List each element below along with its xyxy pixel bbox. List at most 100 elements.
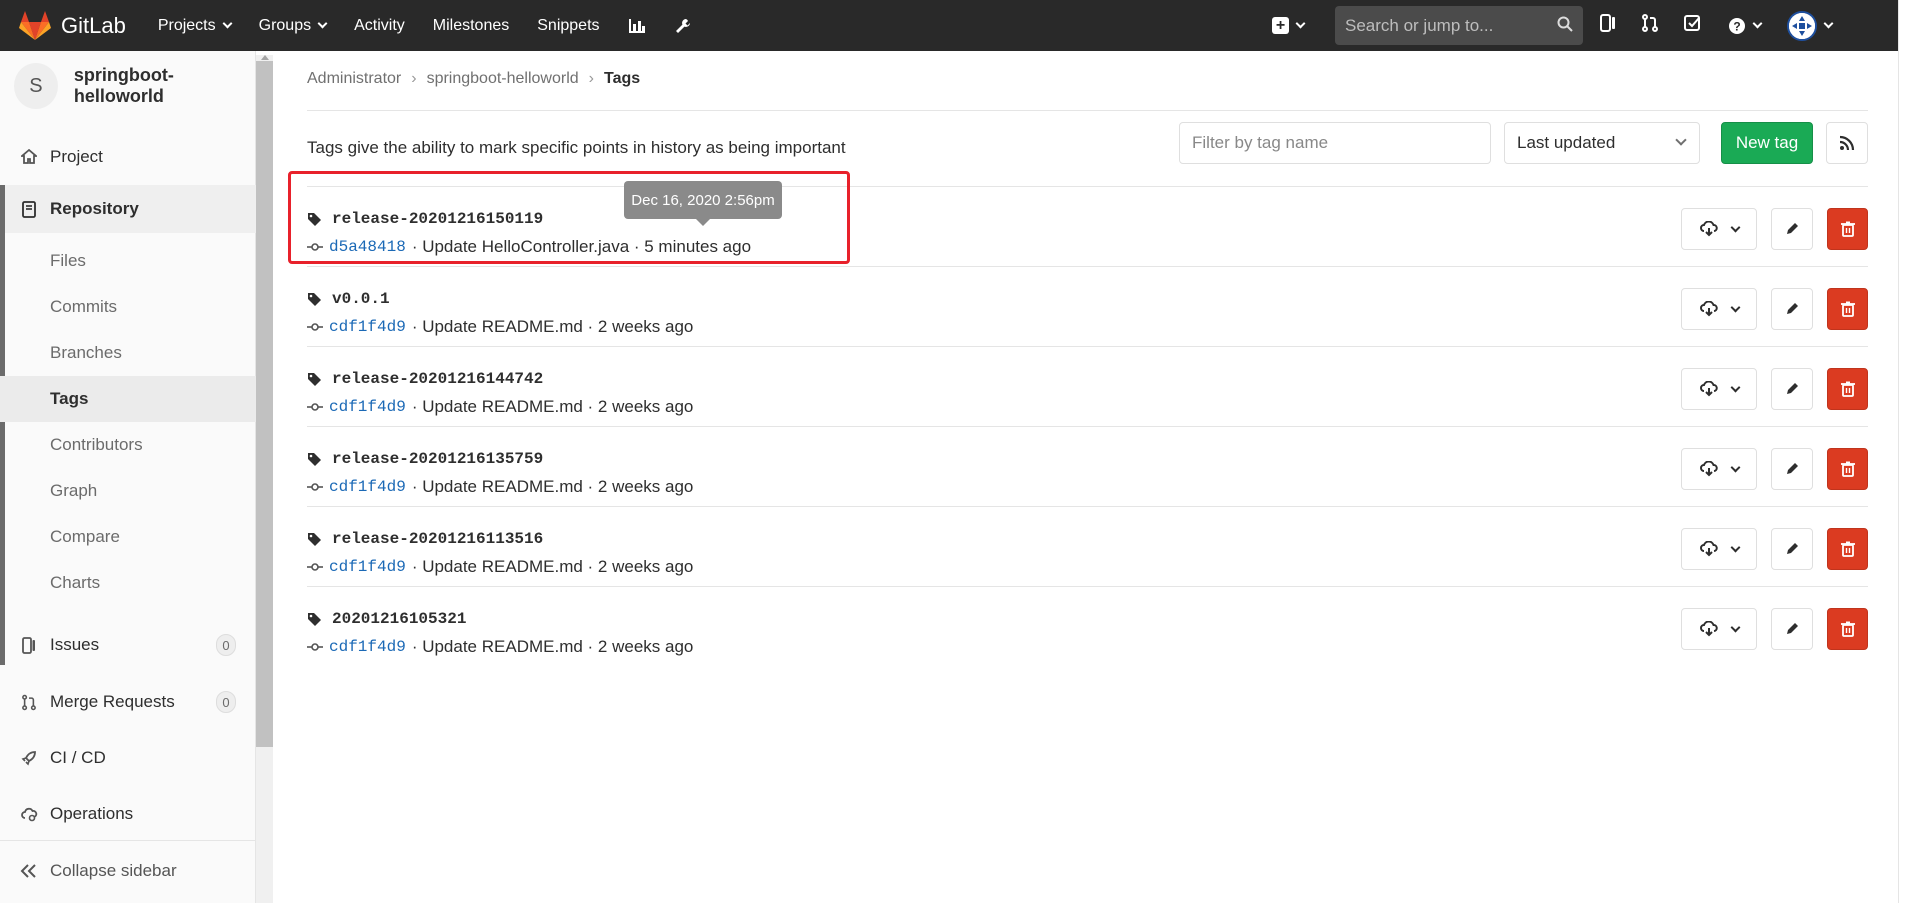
wrench-icon[interactable] — [674, 17, 692, 35]
issues-icon[interactable] — [1600, 14, 1616, 37]
chevron-down-icon — [1730, 542, 1740, 552]
edit-release-notes-button[interactable] — [1771, 288, 1813, 330]
tag-name-link[interactable]: release-20201216150119 — [307, 210, 543, 228]
chevron-down-icon — [1730, 622, 1740, 632]
sidebar-item-label: Repository — [50, 199, 139, 218]
edit-release-notes-button[interactable] — [1771, 368, 1813, 410]
help-dropdown[interactable]: ? — [1728, 17, 1763, 35]
table-row: release-20201216144742 cdf1f4d9 · Update R… — [307, 347, 1868, 427]
sidebar-item-charts[interactable]: Charts — [0, 560, 256, 606]
delete-tag-button[interactable] — [1827, 208, 1868, 250]
delete-tag-button[interactable] — [1827, 608, 1868, 650]
book-icon — [20, 200, 38, 218]
chevron-down-icon — [1823, 18, 1834, 28]
commit-sha-link[interactable]: cdf1f4d9 — [329, 558, 406, 576]
tag-icon — [308, 372, 321, 386]
download-button[interactable] — [1681, 208, 1757, 250]
download-icon — [1699, 221, 1718, 237]
todo-icon[interactable] — [1684, 14, 1702, 37]
nav-snippets[interactable]: Snippets — [537, 17, 599, 35]
edit-release-notes-button[interactable] — [1771, 208, 1813, 250]
issues-icon — [20, 636, 38, 654]
tag-name-link[interactable]: v0.0.1 — [307, 290, 390, 308]
download-button[interactable] — [1681, 608, 1757, 650]
nav-activity[interactable]: Activity — [354, 17, 405, 35]
new-dropdown[interactable]: + — [1272, 17, 1306, 34]
nav-groups[interactable]: Groups — [259, 17, 328, 35]
collapse-sidebar-button[interactable]: Collapse sidebar — [0, 840, 256, 900]
tag-name-link[interactable]: release-20201216113516 — [307, 530, 543, 548]
delete-tag-button[interactable] — [1827, 528, 1868, 570]
delete-tag-button[interactable] — [1827, 368, 1868, 410]
chevron-down-icon — [1730, 462, 1740, 472]
commit-icon — [307, 563, 323, 571]
delete-tag-button[interactable] — [1827, 288, 1868, 330]
commit-icon — [307, 483, 323, 491]
commit-message: · Update HelloController.java · 5 minute… — [411, 237, 752, 256]
download-button[interactable] — [1681, 368, 1757, 410]
user-menu[interactable] — [1787, 10, 1834, 41]
nav-links: Projects Groups Activity Milestones Snip… — [158, 17, 720, 35]
sidebar-project-header[interactable]: S springboot-helloworld — [0, 51, 255, 121]
pencil-icon — [1787, 383, 1798, 394]
commit-sha-link[interactable]: cdf1f4d9 — [329, 478, 406, 496]
sidebar-item-operations[interactable]: Operations — [0, 791, 256, 837]
new-tag-button[interactable]: New tag — [1721, 122, 1813, 164]
download-button[interactable] — [1681, 528, 1757, 570]
edit-release-notes-button[interactable] — [1771, 608, 1813, 650]
pencil-icon — [1787, 623, 1798, 634]
tag-icon — [308, 612, 321, 626]
edit-release-notes-button[interactable] — [1771, 528, 1813, 570]
sidebar-item-label: Issues — [50, 635, 100, 654]
user-avatar-icon — [1787, 10, 1817, 41]
commit-sha-link[interactable]: cdf1f4d9 — [329, 318, 406, 336]
scrollbar-thumb[interactable] — [256, 61, 273, 747]
search-input[interactable] — [1345, 15, 1545, 36]
sidebar-item-contributors[interactable]: Contributors — [0, 422, 256, 468]
commit-message: · Update README.md · 2 weeks ago — [411, 477, 694, 496]
scroll-up-arrow-icon[interactable] — [261, 55, 269, 60]
sidebar-item-repository[interactable]: Repository — [0, 185, 256, 233]
nav-projects[interactable]: Projects — [158, 17, 233, 35]
sidebar-item-cicd[interactable]: CI / CD — [0, 735, 256, 781]
download-icon — [1699, 301, 1718, 317]
nav-milestones[interactable]: Milestones — [433, 17, 509, 35]
breadcrumb-item-current[interactable]: Tags — [604, 70, 640, 88]
delete-tag-button[interactable] — [1827, 448, 1868, 490]
sidebar-item-files[interactable]: Files — [0, 238, 256, 284]
sidebar-item-merge-requests[interactable]: Merge Requests 0 — [0, 679, 256, 725]
sidebar-item-commits[interactable]: Commits — [0, 284, 256, 330]
commit-sha-link[interactable]: cdf1f4d9 — [329, 638, 406, 656]
breadcrumb-item-project[interactable]: springboot-helloworld — [427, 70, 579, 88]
tag-name-link[interactable]: release-20201216144742 — [307, 370, 543, 388]
sidebar-item-project[interactable]: Project — [0, 135, 256, 179]
chart-icon[interactable] — [628, 17, 646, 35]
filter-tags-input[interactable] — [1179, 122, 1491, 164]
sidebar-item-graph[interactable]: Graph — [0, 468, 256, 514]
chevron-down-icon — [1675, 134, 1687, 146]
tag-name-link[interactable]: 20201216105321 — [307, 610, 466, 628]
download-button[interactable] — [1681, 288, 1757, 330]
download-button[interactable] — [1681, 448, 1757, 490]
sidebar-item-issues[interactable]: Issues 0 — [0, 622, 256, 668]
trash-icon — [1840, 621, 1855, 637]
commit-sha-link[interactable]: d5a48418 — [329, 238, 406, 256]
rss-button[interactable] — [1826, 122, 1868, 164]
issues-count-badge: 0 — [216, 634, 236, 656]
gitlab-brand[interactable]: GitLab — [19, 10, 126, 41]
pencil-icon — [1787, 303, 1798, 314]
search-icon — [1557, 16, 1573, 32]
sidebar-item-branches[interactable]: Branches — [0, 330, 256, 376]
tag-icon — [308, 532, 321, 546]
commit-sha-link[interactable]: cdf1f4d9 — [329, 398, 406, 416]
sidebar-scrollbar[interactable] — [256, 55, 273, 903]
edit-release-notes-button[interactable] — [1771, 448, 1813, 490]
sidebar-item-compare[interactable]: Compare — [0, 514, 256, 560]
sort-dropdown[interactable]: Last updated — [1504, 122, 1700, 164]
breadcrumb-item-owner[interactable]: Administrator — [307, 70, 401, 88]
search-box[interactable] — [1335, 6, 1583, 45]
tag-name-link[interactable]: release-20201216135759 — [307, 450, 543, 468]
tag-name-label: release-20201216144742 — [332, 370, 544, 388]
merge-request-icon[interactable] — [1642, 14, 1658, 37]
sidebar-item-tags[interactable]: Tags — [0, 376, 256, 422]
